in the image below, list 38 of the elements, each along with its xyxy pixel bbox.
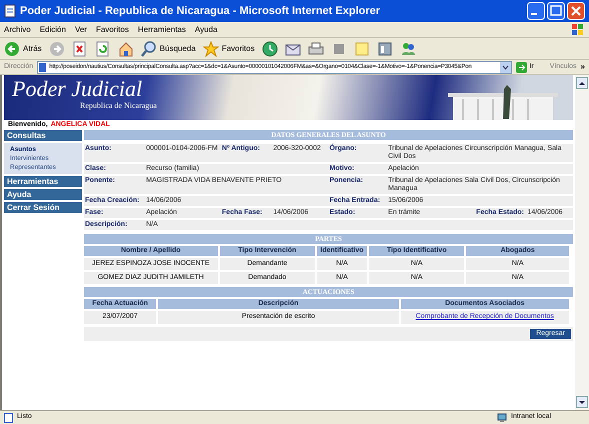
page-icon <box>4 412 13 422</box>
maximize-icon[interactable] <box>547 2 565 20</box>
page-icon <box>4 4 16 18</box>
menu-item[interactable]: Herramientas <box>138 24 186 36</box>
scroll-down-icon[interactable] <box>576 396 588 408</box>
toolbar-button[interactable]: Favoritos <box>202 40 255 56</box>
windows-logo-icon <box>571 24 585 36</box>
menu-item[interactable]: Edición <box>40 24 66 36</box>
toolbar-button[interactable]: Atrás <box>4 40 42 56</box>
banner-title: Poder Judicial <box>12 77 144 101</box>
dropdown-icon[interactable] <box>500 62 512 72</box>
menu-item[interactable]: Favoritos <box>96 24 129 36</box>
magnifier-icon <box>140 40 157 56</box>
refresh-icon[interactable] <box>94 40 111 56</box>
banner-subtitle: Republica de Nicaragua <box>79 101 157 110</box>
history-icon[interactable] <box>262 40 278 56</box>
star-icon <box>202 40 219 56</box>
nav-section[interactable]: Ayuda <box>4 189 82 200</box>
nav-section[interactable]: Herramientas <box>4 176 82 187</box>
scroll-up-icon[interactable] <box>576 77 588 89</box>
close-icon[interactable] <box>567 2 585 20</box>
menu-item[interactable]: Ver <box>74 24 87 36</box>
minimize-icon[interactable] <box>527 2 545 20</box>
menu-item[interactable]: Ayuda <box>194 24 218 36</box>
chevron-icon[interactable]: » <box>580 61 585 73</box>
toolbar-button[interactable]: Búsqueda <box>140 40 196 56</box>
home-icon[interactable] <box>118 40 134 56</box>
window-icon[interactable] <box>376 40 393 56</box>
nav-section[interactable]: Cerrar Sesión <box>4 202 82 213</box>
stop-icon[interactable] <box>72 40 88 56</box>
network-icon <box>497 412 507 422</box>
go-arrow-icon <box>516 62 528 72</box>
page-icon <box>38 62 48 72</box>
printer-icon[interactable] <box>308 40 324 56</box>
menu-item[interactable]: Archivo <box>4 24 31 36</box>
people-icon[interactable] <box>400 40 416 56</box>
window-title: Poder Judicial - Republica de Nicaragua - Microsoft Internet Explorer <box>20 4 382 19</box>
nav-section[interactable]: Consultas <box>4 130 82 141</box>
